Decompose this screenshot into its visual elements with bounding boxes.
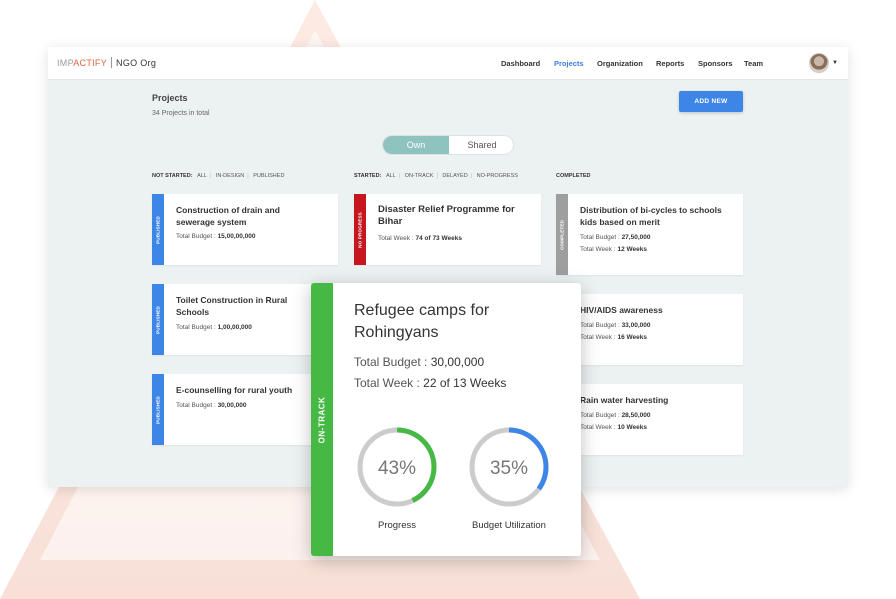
stage: IMPACTIFY NGO Org Dashboard Projects Orga… (0, 0, 896, 599)
progress-label: Progress (377, 520, 416, 531)
ownership-toggle: Own Shared (382, 135, 514, 155)
project-weeks: Total Week : 16 Weeks (580, 334, 647, 341)
column-header-not-started: NOT STARTED: ALL | IN-DESIGN | PUBLISHED (152, 173, 285, 179)
nav-team[interactable]: Team (744, 59, 763, 68)
filter-no-progress[interactable]: NO-PROGRESS (477, 173, 518, 179)
popup-total-budget: Total Budget : 30,00,000 (354, 355, 485, 369)
project-budget: Total Budget : 28,50,000 (580, 412, 651, 419)
logo-divider (111, 57, 113, 68)
status-label: PUBLISHED (155, 215, 161, 244)
project-card[interactable]: Rain water harvesting Total Budget : 28,… (556, 384, 743, 455)
progress-percent: 43% (378, 458, 416, 479)
project-budget: Total Budget : 27,50,000 (580, 234, 651, 241)
app-logo[interactable]: IMPACTIFY NGO Org (57, 57, 156, 68)
project-card[interactable]: PUBLISHED Construction of drain and sewe… (152, 194, 338, 265)
filter-published[interactable]: PUBLISHED (253, 173, 284, 179)
column-title: COMPLETED (556, 173, 591, 179)
project-weeks: Total Week : 74 of 73 Weeks (378, 235, 462, 242)
nav-sponsors[interactable]: Sponsors (698, 59, 733, 68)
status-stripe: ON-TRACK (311, 283, 333, 556)
project-weeks: Total Week : 10 Weeks (580, 424, 647, 431)
page-title: Projects (152, 93, 188, 103)
project-card[interactable]: COMPLETED Distribution of bi-cycles to s… (556, 194, 743, 275)
column-title: STARTED: (354, 173, 382, 179)
project-weeks: Total Week : 12 Weeks (580, 246, 647, 253)
page-subtitle: 34 Projects in total (152, 110, 210, 117)
project-title: E-counselling for rural youth (176, 385, 293, 395)
column-header-started: STARTED: ALL | ON-TRACK | DELAYED | NO-PROG… (354, 173, 518, 179)
filter-all[interactable]: ALL (197, 173, 207, 179)
project-title: Construction of drain and sewerage syste… (176, 205, 280, 227)
project-title: Toilet Construction in Rural Schools (176, 295, 288, 317)
budget-utilization-label: Budget Utilization (472, 520, 546, 531)
project-detail-popup[interactable]: ON-TRACK Refugee camps for Rohingyans To… (311, 283, 581, 556)
status-label: ON-TRACK (317, 396, 327, 443)
project-budget: Total Budget : 15,00,00,000 (176, 233, 256, 240)
filter-all[interactable]: ALL (386, 173, 396, 179)
project-title: Rain water harvesting (580, 395, 669, 405)
project-title: Distribution of bi-cycles to schools kid… (580, 205, 722, 227)
top-navbar: IMPACTIFY NGO Org Dashboard Projects Orga… (48, 47, 848, 80)
nav-reports[interactable]: Reports (656, 59, 684, 68)
status-label: PUBLISHED (155, 395, 161, 424)
budget-percent: 35% (490, 458, 528, 479)
add-new-button[interactable]: ADD NEW (679, 91, 743, 112)
popup-project-title: Refugee camps for Rohingyans (354, 302, 490, 341)
status-label: COMPLETED (559, 219, 565, 250)
status-label: PUBLISHED (155, 305, 161, 334)
status-stripe: PUBLISHED (152, 374, 164, 445)
project-budget: Total Budget : 1,00,00,000 (176, 324, 252, 331)
project-card[interactable]: HIV/AIDS awareness Total Budget : 33,00,… (556, 294, 743, 365)
project-budget: Total Budget : 33,00,000 (580, 322, 651, 329)
org-name: NGO Org (116, 58, 157, 68)
project-title: HIV/AIDS awareness (580, 305, 663, 315)
chevron-down-icon[interactable]: ▼ (832, 60, 838, 66)
toggle-shared[interactable]: Shared (449, 136, 513, 154)
progress-ring: 43% (357, 427, 437, 507)
column-header-completed: COMPLETED (556, 173, 591, 179)
toggle-own[interactable]: Own (383, 136, 449, 154)
logo-text-a: IMP (57, 58, 74, 68)
status-stripe: PUBLISHED (152, 284, 164, 355)
user-avatar[interactable] (809, 53, 829, 73)
filter-delayed[interactable]: DELAYED (442, 173, 467, 179)
status-stripe: PUBLISHED (152, 194, 164, 265)
logo-text-b: ACTIFY (73, 58, 108, 68)
budget-utilization-ring: 35% (469, 427, 549, 507)
status-stripe: NO PROGRESS (354, 194, 366, 265)
popup-total-week: Total Week : 22 of 13 Weeks (354, 376, 507, 390)
project-title: Disaster Relief Programme for Bihar (378, 204, 515, 227)
filter-on-track[interactable]: ON-TRACK (405, 173, 434, 179)
project-budget: Total Budget : 30,00,000 (176, 402, 247, 409)
nav-organization[interactable]: Organization (597, 59, 643, 68)
project-card[interactable]: NO PROGRESS Disaster Relief Programme fo… (354, 194, 541, 265)
nav-dashboard[interactable]: Dashboard (501, 59, 540, 68)
status-label: NO PROGRESS (357, 211, 363, 248)
column-title: NOT STARTED: (152, 173, 193, 179)
filter-in-design[interactable]: IN-DESIGN (216, 173, 244, 179)
status-stripe: COMPLETED (556, 194, 568, 275)
nav-projects[interactable]: Projects (554, 59, 584, 68)
